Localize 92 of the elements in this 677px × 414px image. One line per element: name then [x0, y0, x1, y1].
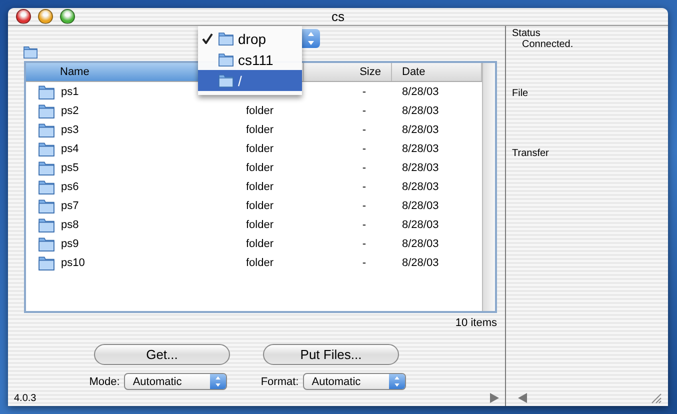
table-cell-text: - — [361, 142, 367, 154]
menu-item[interactable]: drop — [198, 28, 302, 49]
table-cell-text: - — [361, 200, 367, 212]
window-title: cs — [330, 9, 346, 24]
file-row[interactable]: ps9 folder - 8/28/03 — [26, 234, 482, 253]
table-cell-text: 8/28/03 — [401, 200, 440, 212]
table-cell-text: 8/28/03 — [401, 238, 440, 250]
table-cell: ps1 — [61, 86, 79, 98]
close-button[interactable] — [16, 9, 31, 24]
table-cell-text: 8/28/03 — [401, 86, 440, 98]
popup-label: Format: — [260, 376, 299, 388]
table-cell-text: - — [361, 124, 367, 136]
table-cell-text: - — [361, 104, 367, 116]
folder-icon — [38, 198, 55, 214]
folder-icon — [38, 236, 55, 252]
file-row[interactable]: ps6 folder - 8/28/03 — [26, 177, 482, 196]
scrollbar[interactable] — [482, 63, 495, 311]
table-cell: ps6 — [61, 180, 79, 192]
table-cell-text: - — [361, 256, 367, 268]
info-label: File — [512, 88, 530, 99]
table-cell-text: folder — [245, 124, 275, 136]
table-cell-text: 8/28/03 — [401, 124, 440, 136]
table-cell-text: folder — [245, 104, 275, 116]
file-row[interactable]: ps5 folder - 8/28/03 — [26, 158, 482, 177]
folder-icon — [218, 31, 234, 46]
popup-arrows-icon[interactable] — [302, 29, 320, 48]
table-cell-text: 8/28/03 — [401, 180, 440, 192]
popup-label: Mode: — [89, 376, 120, 388]
table-cell: ps10 — [61, 256, 85, 268]
file-row[interactable]: ps10 folder - 8/28/03 — [26, 253, 482, 272]
table-cell-text: - — [361, 162, 367, 174]
table-cell: ps4 — [61, 142, 79, 154]
table-cell-text: folder — [245, 180, 275, 192]
column-header[interactable]: Size — [304, 63, 392, 81]
folder-icon — [23, 45, 38, 59]
info-label: Status — [512, 28, 542, 39]
file-row[interactable]: ps3 folder - 8/28/03 — [26, 120, 482, 139]
table-cell: ps2 — [61, 104, 79, 116]
table-cell-text: - — [361, 218, 367, 230]
item-count: 10 items — [455, 317, 497, 329]
checkmark-icon — [202, 33, 213, 44]
version-label: 4.0.3 — [14, 392, 36, 404]
table-cell-text: folder — [245, 142, 275, 154]
table-cell: ps3 — [61, 124, 79, 136]
info-label: Transfer — [512, 148, 550, 159]
table-cell-text: 8/28/03 — [401, 256, 440, 268]
folder-icon — [38, 84, 55, 100]
table-cell-text: 8/28/03 — [401, 104, 440, 116]
popup-button[interactable]: Automatic — [302, 373, 406, 390]
table-cell-text: 8/28/03 — [401, 142, 440, 154]
resize-grip-icon[interactable] — [651, 392, 662, 404]
folder-icon — [38, 140, 55, 156]
folder-icon — [38, 254, 55, 270]
popup-arrows-icon — [388, 374, 405, 389]
get-button[interactable]: Get... — [94, 344, 230, 365]
folder-icon — [38, 216, 55, 232]
file-row[interactable]: ps7 folder - 8/28/03 — [26, 196, 482, 215]
minimize-button[interactable] — [38, 9, 53, 24]
folder-icon — [218, 52, 234, 67]
file-row[interactable]: ps8 folder - 8/28/03 — [26, 215, 482, 234]
table-cell-text: folder — [245, 218, 275, 230]
table-cell-text: folder — [245, 200, 275, 212]
folder-icon — [38, 122, 55, 138]
file-row[interactable]: ps2 folder - 8/28/03 — [26, 101, 482, 120]
folder-icon — [38, 160, 55, 176]
table-cell-text: - — [361, 238, 367, 250]
table-cell-text: 8/28/03 — [401, 162, 440, 174]
zoom-button[interactable] — [60, 9, 75, 24]
table-cell: ps5 — [61, 162, 79, 174]
folder-icon — [38, 102, 55, 118]
put-files-button[interactable]: Put Files... — [263, 344, 399, 365]
folder-icon — [38, 178, 55, 194]
menu-item[interactable]: / — [198, 70, 302, 91]
popup-button[interactable]: Automatic — [124, 373, 227, 390]
table-cell-text: folder — [245, 238, 275, 250]
menu-item-label: drop — [238, 30, 266, 46]
menu-item-label: / — [238, 72, 242, 88]
table-cell: ps8 — [61, 218, 79, 230]
folder-icon — [218, 73, 234, 88]
file-row[interactable]: ps4 folder - 8/28/03 — [26, 139, 482, 158]
table-cell: ps9 — [61, 238, 79, 250]
info-value: Connected. — [521, 39, 574, 50]
table-cell-text: - — [361, 180, 367, 192]
menu-item-label: cs111 — [238, 52, 274, 68]
table-cell: ps7 — [61, 200, 79, 212]
table-cell-text: 8/28/03 — [401, 218, 440, 230]
left-arrow-icon[interactable] — [518, 393, 527, 403]
popup-arrows-icon — [210, 374, 226, 389]
table-cell-text: folder — [245, 256, 275, 268]
right-arrow-icon[interactable] — [490, 393, 499, 403]
table-cell-text: folder — [245, 162, 275, 174]
table-cell-text: - — [361, 86, 367, 98]
